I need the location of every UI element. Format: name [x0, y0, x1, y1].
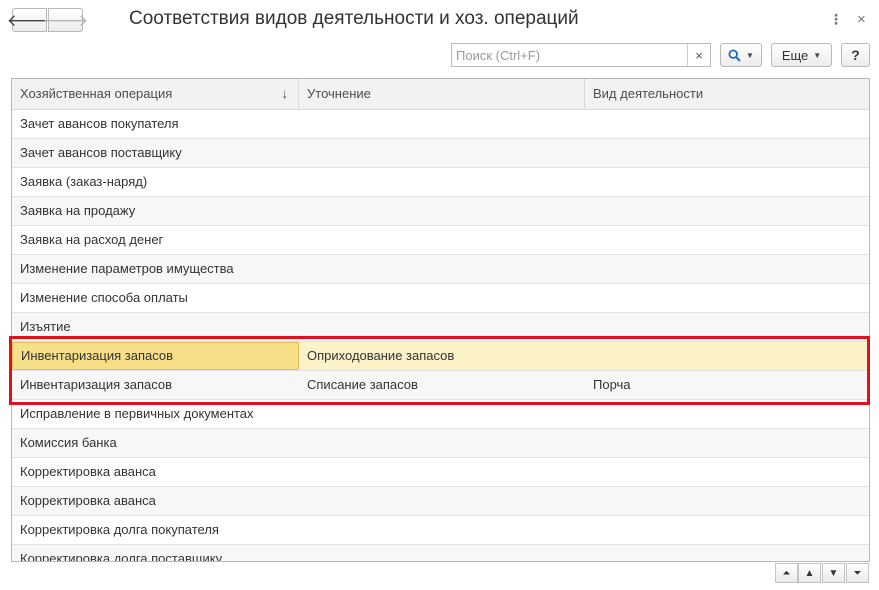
cell-clarification	[299, 400, 585, 428]
cell-operation: Заявка на продажу	[20, 203, 136, 218]
cell-activity-type	[585, 342, 869, 370]
cell-activity-type: Порча	[593, 377, 631, 392]
table-row[interactable]: Изменение способа оплаты	[12, 284, 869, 313]
cell-activity-type	[585, 458, 869, 486]
column-header-label: Хозяйственная операция	[20, 86, 173, 101]
scroll-to-top-button[interactable]: ⏶	[775, 563, 798, 583]
cell-activity-type	[585, 168, 869, 196]
operations-table: Хозяйственная операция ↓ Уточнение Вид д…	[11, 78, 870, 562]
cell-activity-type	[585, 516, 869, 544]
table-row[interactable]: Инвентаризация запасов Списание запасов По…	[12, 371, 869, 400]
cell-operation: Корректировка долга поставщику	[20, 551, 223, 562]
table-row[interactable]: Инвентаризация запасов Оприходование запа…	[12, 342, 869, 371]
cell-clarification: Списание запасов	[307, 377, 418, 392]
table-row[interactable]: Корректировка аванса	[12, 458, 869, 487]
table-row[interactable]: Изменение параметров имущества	[12, 255, 869, 284]
clear-search-button[interactable]: ×	[687, 44, 710, 66]
column-header-clarification[interactable]: Уточнение	[299, 79, 585, 109]
scroll-up-button[interactable]: ▲	[798, 563, 821, 583]
cell-operation: Инвентаризация запасов	[12, 342, 299, 370]
cell-activity-type	[585, 545, 869, 561]
cell-operation: Зачет авансов поставщику	[20, 145, 182, 160]
table-row[interactable]: Заявка на продажу	[12, 197, 869, 226]
cell-activity-type	[585, 110, 869, 138]
cell-operation: Изменение параметров имущества	[20, 261, 234, 276]
double-down-icon: ⏷	[853, 567, 862, 579]
cell-activity-type	[585, 255, 869, 283]
double-up-icon: ⏶	[782, 567, 791, 579]
cell-activity-type	[585, 226, 869, 254]
cell-clarification	[299, 226, 585, 254]
table-row[interactable]: Зачет авансов покупателя	[12, 110, 869, 139]
table-row[interactable]: Корректировка долга поставщику	[12, 545, 869, 562]
down-icon: ▼	[828, 567, 839, 579]
chevron-down-icon: ▼	[813, 50, 822, 60]
cell-activity-type	[585, 400, 869, 428]
window-title: Соответствия видов деятельности и хоз. о…	[129, 8, 579, 29]
cell-activity-type	[585, 313, 869, 341]
column-header-operation[interactable]: Хозяйственная операция ↓	[12, 79, 299, 109]
cell-operation: Корректировка долга покупателя	[20, 522, 219, 537]
cell-clarification	[299, 197, 585, 225]
cell-clarification	[299, 545, 585, 561]
cell-activity-type	[585, 284, 869, 312]
table-header: Хозяйственная операция ↓ Уточнение Вид д…	[12, 79, 869, 110]
cell-operation: Корректировка аванса	[20, 493, 156, 508]
cell-clarification	[299, 284, 585, 312]
scroll-to-bottom-button[interactable]: ⏷	[846, 563, 869, 583]
cell-clarification	[299, 168, 585, 196]
table-row[interactable]: Корректировка аванса	[12, 487, 869, 516]
help-button[interactable]: ?	[841, 43, 870, 67]
table-row[interactable]: Комиссия банка	[12, 429, 869, 458]
cell-operation: Заявка на расход денег	[20, 232, 164, 247]
table-row[interactable]: Корректировка долга покупателя	[12, 516, 869, 545]
cell-operation: Комиссия банка	[20, 435, 117, 450]
table-row[interactable]: Зачет авансов поставщику	[12, 139, 869, 168]
cell-operation: Корректировка аванса	[20, 464, 156, 479]
cell-clarification	[299, 429, 585, 457]
search-box: ×	[451, 43, 711, 67]
cell-clarification	[299, 255, 585, 283]
arrow-right-icon: 🡒	[42, 10, 89, 30]
sort-arrow-icon: ↓	[281, 86, 289, 101]
column-header-activity-type[interactable]: Вид деятельности	[585, 79, 869, 109]
chevron-down-icon: ▼	[746, 50, 754, 60]
cell-activity-type	[585, 197, 869, 225]
scroll-down-button[interactable]: ▼	[822, 563, 845, 583]
cell-operation: Зачет авансов покупателя	[20, 116, 179, 131]
cell-operation: Исправление в первичных документах	[20, 406, 254, 421]
cell-activity-type	[585, 429, 869, 457]
search-icon	[728, 48, 741, 62]
table-row[interactable]: Исправление в первичных документах	[12, 400, 869, 429]
cell-clarification	[299, 139, 585, 167]
cell-clarification	[299, 110, 585, 138]
cell-activity-type	[585, 487, 869, 515]
more-label: Еще	[781, 47, 809, 63]
cell-operation: Изменение способа оплаты	[20, 290, 188, 305]
table-row[interactable]: Заявка на расход денег	[12, 226, 869, 255]
search-button[interactable]: ▼	[720, 43, 762, 67]
more-button[interactable]: Еще ▼	[771, 43, 832, 67]
table-row[interactable]: Заявка (заказ-наряд)	[12, 168, 869, 197]
table-body: Зачет авансов покупателя Зачет авансов по…	[12, 110, 869, 562]
cell-clarification	[299, 516, 585, 544]
up-icon: ▲	[804, 567, 815, 579]
cell-operation: Инвентаризация запасов	[20, 377, 173, 392]
cell-activity-type	[585, 139, 869, 167]
cell-clarification: Оприходование запасов	[307, 348, 455, 363]
cell-clarification	[299, 458, 585, 486]
more-menu-icon[interactable]: ⋮	[829, 11, 843, 28]
cell-clarification	[299, 487, 585, 515]
table-row[interactable]: Изъятие	[12, 313, 869, 342]
search-input[interactable]	[452, 44, 692, 66]
cell-clarification	[299, 313, 585, 341]
close-icon[interactable]: ×	[857, 11, 866, 28]
cell-operation: Изъятие	[20, 319, 71, 334]
forward-button[interactable]: 🡒	[43, 8, 88, 32]
cell-operation: Заявка (заказ-наряд)	[20, 174, 148, 189]
